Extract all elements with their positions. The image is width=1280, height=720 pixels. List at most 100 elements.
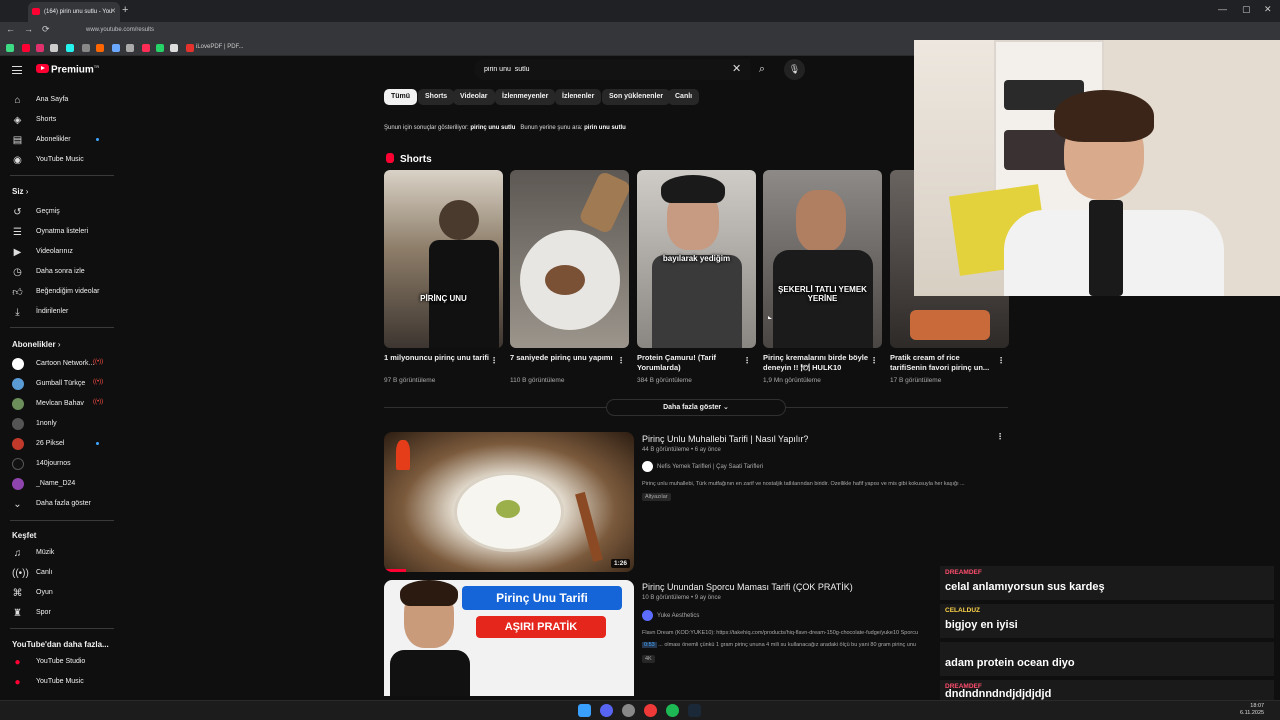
section-title-you[interactable]: Siz ›	[12, 187, 28, 196]
chip-shorts[interactable]: Shorts	[418, 89, 455, 105]
sidebar-item-watch-later[interactable]: ◷ Daha sonra izle	[0, 262, 116, 282]
voice-search-button[interactable]: 🎙︎	[784, 59, 805, 80]
sidebar-channel[interactable]: 140journos	[0, 454, 116, 474]
more-options-icon[interactable]: ⋮	[617, 356, 625, 365]
sidebar-item-playlists[interactable]: ☰ Oynatma listeleri	[0, 222, 116, 242]
shorts-show-more-button[interactable]: Daha fazla göster ⌄	[606, 399, 786, 416]
sidebar-item-subscriptions[interactable]: ▤ Abonelikler	[0, 130, 116, 150]
tab-close-icon[interactable]: ✕	[110, 2, 116, 22]
vivaldi-icon[interactable]	[644, 704, 657, 717]
section-title-subscriptions[interactable]: Abonelikler ›	[12, 340, 60, 349]
sidebar-item-liked-videos[interactable]: 👍︎ Beğendiğim videolar	[0, 282, 116, 302]
spotify-icon[interactable]	[666, 704, 679, 717]
bookmark-icon[interactable]	[22, 44, 30, 52]
start-icon[interactable]	[578, 704, 591, 717]
bookmark-icon[interactable]	[142, 44, 150, 52]
short-title[interactable]: Protein Çamuru! (Tarif Yorumlarda)	[637, 353, 745, 373]
more-options-icon[interactable]: ⋮	[490, 356, 498, 365]
chapter-timestamp[interactable]: 0:53	[642, 642, 657, 648]
short-thumbnail[interactable]: bayılarak yediğim	[637, 170, 756, 348]
sidebar-item-live[interactable]: ((•)) Canlı	[0, 563, 116, 583]
sidebar-item-shorts[interactable]: ◈ Shorts	[0, 110, 116, 130]
short-thumbnail[interactable]: ŞEKERLİ TATLI YEMEK YERİNE	[763, 170, 882, 348]
reload-icon[interactable]: ⟳	[42, 24, 50, 35]
sidebar-item-home[interactable]: ⌂ Ana Sayfa	[0, 90, 116, 110]
video-channel[interactable]: Yuke Aesthetics	[642, 610, 699, 621]
bookmark-icon[interactable]	[82, 44, 90, 52]
youtube-premium-logo[interactable]: PremiumTR	[36, 64, 99, 75]
sidebar-channel[interactable]: Mevlcan Bahav ((•))	[0, 394, 116, 414]
sidebar-channel[interactable]: _Name_D24	[0, 474, 116, 494]
bookmark-icon[interactable]	[126, 44, 134, 52]
steam-icon[interactable]	[688, 704, 701, 717]
watch-progress	[384, 569, 406, 572]
search-input[interactable]	[484, 63, 704, 76]
sidebar-item-gaming[interactable]: ⌘ Oyun	[0, 583, 116, 603]
original-query-link[interactable]: pirin unu sutlu	[584, 125, 626, 131]
youtube-favicon-icon	[32, 8, 40, 15]
chip-recently-uploaded[interactable]: Son yüklenenler	[602, 89, 671, 105]
bookmark-icon[interactable]	[112, 44, 120, 52]
clear-search-icon[interactable]: ✕	[732, 62, 741, 75]
short-title[interactable]: 1 milyonuncu pirinç unu tarifi	[384, 353, 492, 363]
menu-icon[interactable]	[12, 66, 22, 74]
sidebar-item-youtube-studio[interactable]: ● YouTube Studio	[0, 652, 116, 672]
discord-icon[interactable]	[600, 704, 613, 717]
sidebar-channel[interactable]: Gumball Türkçe ((•))	[0, 374, 116, 394]
short-title[interactable]: Pirinç kremalarını birde böyle deneyin !…	[763, 353, 871, 373]
url-field[interactable]: www.youtube.com/results	[86, 27, 154, 33]
bookmark-icon[interactable]	[36, 44, 44, 52]
more-options-icon[interactable]: ⋮	[870, 356, 878, 365]
sidebar-item-your-videos[interactable]: ▶ Videolarınız	[0, 242, 116, 262]
video-thumbnail[interactable]: 1:26	[384, 432, 634, 572]
maximize-icon[interactable]: ▢	[1242, 4, 1251, 15]
short-title[interactable]: 7 saniyede pirinç unu yapımı	[510, 353, 618, 363]
sidebar-item-youtube-music-app[interactable]: ● YouTube Music	[0, 672, 116, 692]
chat-message: DREAMDEF dndndnndndjdjdjdjd	[940, 680, 1274, 700]
chip-unwatched[interactable]: İzlenmeyenler	[495, 89, 556, 105]
bookmark-icon[interactable]	[170, 44, 178, 52]
bookmark-icon[interactable]	[96, 44, 104, 52]
more-options-icon[interactable]: ⋮	[997, 356, 1005, 365]
ilovepdf-icon[interactable]	[186, 44, 194, 52]
chip-watched[interactable]: İzlenenler	[555, 89, 602, 105]
spell-prefix: Şunun için sonuçlar gösteriliyor:	[384, 125, 469, 131]
forward-icon[interactable]: →	[24, 24, 33, 34]
system-clock[interactable]: 18:07 6.11.2025	[1240, 703, 1264, 717]
video-channel[interactable]: Nefis Yemek Tarifleri | Çay Saati Tarifl…	[642, 461, 763, 472]
sidebar-item-youtube-music[interactable]: ◉ YouTube Music	[0, 150, 116, 170]
corrected-query-link[interactable]: pirinç unu sutlu	[470, 125, 515, 131]
sidebar-item-downloads[interactable]: ⤓ İndirilenler	[0, 302, 116, 322]
more-options-icon[interactable]: ⋮	[996, 432, 1004, 441]
sidebar-item-history[interactable]: ↺ Geçmiş	[0, 202, 116, 222]
video-thumbnail[interactable]: Pirinç Unu Tarifi AŞIRI PRATİK	[384, 580, 634, 696]
chip-live[interactable]: Canlı	[668, 89, 700, 105]
bookmark-icon[interactable]	[156, 44, 164, 52]
sidebar-channel[interactable]: 26 Piksel	[0, 434, 116, 454]
sidebar-item-sports[interactable]: ♜ Spor	[0, 603, 116, 623]
bookmark-icon[interactable]	[66, 44, 74, 52]
sidebar-item-music[interactable]: ♫ Müzik	[0, 543, 116, 563]
back-icon[interactable]: ←	[6, 24, 15, 34]
new-tab-icon[interactable]: +	[122, 4, 128, 16]
close-window-icon[interactable]: ✕	[1264, 4, 1272, 15]
bookmark-icon[interactable]	[6, 44, 14, 52]
bookmark-ilovepdf[interactable]: iLovePDF | PDF...	[196, 44, 244, 50]
short-title[interactable]: Pratik cream of rice tarifiSenin favori …	[890, 353, 998, 373]
search-button[interactable]: ⌕	[750, 59, 774, 80]
video-title[interactable]: Pirinç Unlu Muhallebi Tarifi | Nasıl Yap…	[642, 434, 808, 444]
video-title[interactable]: Pirinç Unundan Sporcu Maması Tarifi (ÇOK…	[642, 582, 853, 592]
video-description: Pirinç unlu muhallebi, Türk mutfağının e…	[642, 481, 965, 487]
minimize-icon[interactable]: —	[1218, 4, 1227, 14]
chip-all[interactable]: Tümü	[384, 89, 418, 105]
browser-tab[interactable]: (164) pirin unu sutlu - You ✕	[28, 2, 120, 22]
sidebar-show-more[interactable]: ⌄ Daha fazla göster	[0, 494, 116, 514]
short-thumbnail[interactable]: PİRİNÇ UNU	[384, 170, 503, 348]
chip-videos[interactable]: Videolar	[453, 89, 495, 105]
sidebar-channel[interactable]: Cartoon Network... ((•))	[0, 354, 116, 374]
sidebar-channel[interactable]: 1nonly	[0, 414, 116, 434]
short-thumbnail[interactable]	[510, 170, 629, 348]
more-options-icon[interactable]: ⋮	[743, 356, 751, 365]
bookmark-icon[interactable]	[50, 44, 58, 52]
app-icon[interactable]	[622, 704, 635, 717]
